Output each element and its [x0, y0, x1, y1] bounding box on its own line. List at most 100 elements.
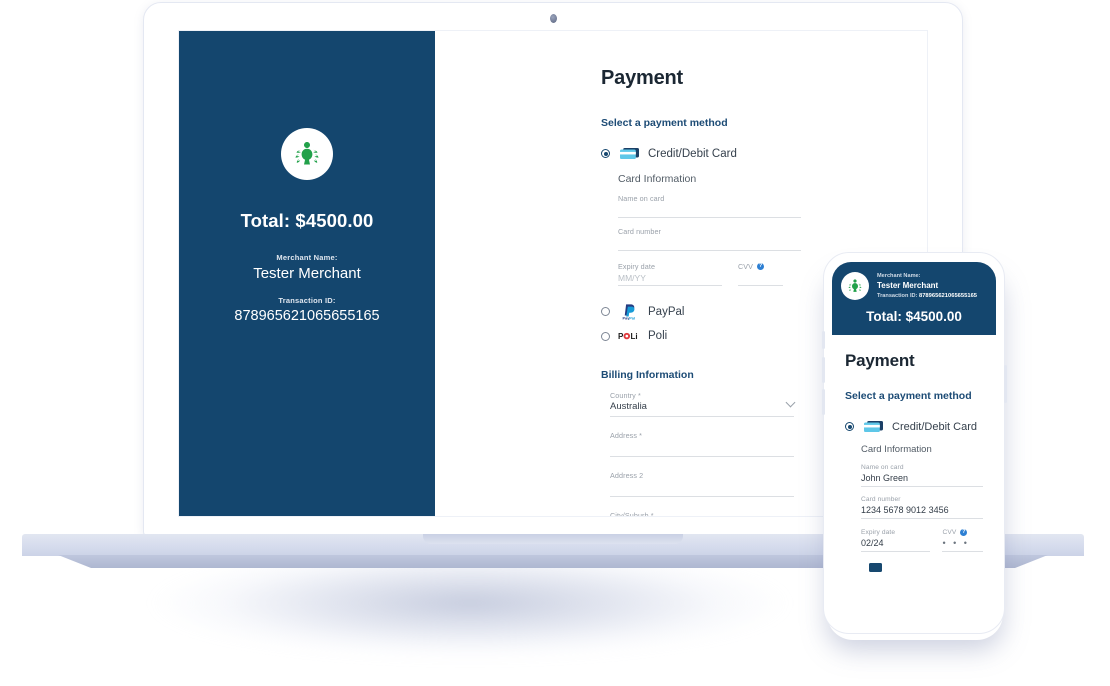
- phone-volume-down-button[interactable]: [821, 389, 825, 415]
- mobile-card-number-label: Card number: [861, 496, 901, 503]
- merchant-name-label: Merchant Name:: [276, 253, 338, 262]
- cvv-value: [738, 271, 783, 282]
- merchant-name-value: Tester Merchant: [253, 265, 361, 282]
- card-information-heading: Card Information: [618, 173, 697, 185]
- phone-mockup: Merchant Name: Tester Merchant Transacti…: [821, 252, 1007, 634]
- card-number-label: Card number: [618, 227, 662, 236]
- payment-method-paypal-label: PayPal: [648, 305, 685, 318]
- radio-paypal[interactable]: [601, 307, 610, 316]
- poli-icon: P Li: [618, 331, 640, 341]
- mobile-card-information-heading: Card Information: [861, 444, 932, 455]
- field-underline: [610, 496, 794, 497]
- mobile-payment-method-card[interactable]: Credit/Debit Card: [845, 420, 983, 433]
- billing-country-value: Australia: [610, 401, 647, 412]
- radio-poli[interactable]: [601, 331, 610, 341]
- webcam-icon: [549, 14, 557, 23]
- cvv-help-icon[interactable]: ?: [757, 263, 765, 270]
- mobile-cvv-value: • • •: [942, 538, 970, 548]
- billing-address2-field[interactable]: Address 2: [610, 471, 794, 497]
- billing-address-label: Address *: [610, 431, 643, 440]
- mobile-merchant-name-label: Merchant Name:: [877, 273, 921, 280]
- billing-address2-label: Address 2: [610, 471, 644, 480]
- radio-card[interactable]: [601, 149, 610, 158]
- field-underline: [618, 217, 801, 218]
- name-on-card-value: [618, 203, 801, 214]
- mobile-radio-card[interactable]: [845, 422, 854, 431]
- field-underline: [861, 518, 983, 519]
- mobile-card-number-value: 1234 5678 9012 3456: [861, 505, 949, 515]
- mobile-cvv-field[interactable]: CVV ? • • •: [942, 529, 983, 552]
- mobile-card-number-field[interactable]: Card number 1234 5678 9012 3456: [861, 496, 983, 519]
- field-underline: [618, 285, 722, 286]
- mobile-payment-method-card-label: Credit/Debit Card: [892, 420, 977, 433]
- payment-method-poli[interactable]: P Li Poli: [601, 330, 801, 342]
- mobile-checkout-form: Payment Select a payment method Credit/D…: [832, 335, 996, 572]
- billing-city-field[interactable]: City/Suburb *: [610, 511, 794, 517]
- billing-country-field[interactable]: Country * Australia: [610, 391, 796, 417]
- mobile-name-on-card-field[interactable]: Name on card John Green: [861, 464, 983, 487]
- mobile-next-payment-method-icon[interactable]: [869, 563, 882, 572]
- mobile-order-total: Total: $4500.00: [866, 309, 962, 324]
- mobile-transaction-id-value: 878965621065655165: [918, 292, 978, 299]
- name-on-card-label: Name on card: [618, 194, 665, 203]
- phone-volume-up-button[interactable]: [821, 357, 825, 383]
- svg-text:Pal: Pal: [629, 316, 635, 320]
- billing-city-label: City/Suburb *: [610, 511, 654, 517]
- billing-address2-value: [610, 480, 794, 493]
- mobile-cvv-label: CVV: [942, 529, 957, 536]
- ground-shadow: [70, 540, 870, 680]
- billing-information-heading: Billing Information: [601, 369, 694, 381]
- payment-method-card[interactable]: Credit/Debit Card: [601, 147, 801, 160]
- field-underline: [738, 285, 783, 286]
- laptop-screen: Total: $4500.00 Merchant Name: Tester Me…: [178, 30, 928, 517]
- billing-address-value: [610, 440, 794, 453]
- phone-silent-button[interactable]: [821, 331, 825, 349]
- mobile-merchant-name-value: Tester Merchant: [877, 280, 939, 290]
- page-title: Payment: [601, 67, 683, 89]
- svg-text:Li: Li: [630, 332, 637, 341]
- credit-card-icon: [618, 147, 640, 160]
- card-number-value: [618, 236, 801, 247]
- payment-method-paypal[interactable]: Pay Pal PayPal: [601, 303, 801, 320]
- expiry-date-field[interactable]: Expiry date MM/YY: [618, 262, 722, 286]
- phone-screen: Merchant Name: Tester Merchant Transacti…: [832, 262, 996, 624]
- mobile-name-on-card-value: John Green: [861, 473, 909, 483]
- expiry-date-label: Expiry date: [618, 262, 656, 271]
- transaction-id-label: Transaction ID:: [278, 296, 336, 305]
- mobile-transaction-id: Transaction ID: 878965621065655165: [877, 293, 977, 299]
- mobile-cvv-help-icon[interactable]: ?: [960, 529, 968, 536]
- select-payment-method-heading: Select a payment method: [601, 117, 728, 129]
- card-number-field[interactable]: Card number: [618, 227, 801, 251]
- mobile-expiry-date-label: Expiry date: [861, 529, 896, 536]
- order-summary-panel: Total: $4500.00 Merchant Name: Tester Me…: [179, 31, 435, 516]
- order-total: Total: $4500.00: [240, 210, 374, 231]
- payment-method-card-label: Credit/Debit Card: [648, 147, 737, 160]
- field-underline: [618, 250, 801, 251]
- phone-body: Merchant Name: Tester Merchant Transacti…: [821, 252, 1007, 634]
- field-underline: [610, 416, 794, 417]
- mobile-merchant-logo-icon: [841, 272, 869, 300]
- mobile-expiry-date-value: 02/24: [861, 538, 884, 548]
- mobile-credit-card-icon: [862, 420, 884, 433]
- mobile-order-summary-header: Merchant Name: Tester Merchant Transacti…: [832, 262, 996, 335]
- field-underline: [942, 551, 983, 552]
- billing-country-label: Country *: [610, 391, 641, 400]
- mobile-expiry-date-field[interactable]: Expiry date 02/24: [861, 529, 931, 552]
- mobile-transaction-id-label: Transaction ID:: [877, 292, 918, 299]
- expiry-date-placeholder: MM/YY: [618, 273, 646, 283]
- field-underline: [861, 486, 983, 487]
- field-underline: [610, 456, 794, 457]
- merchant-logo-icon: [281, 128, 333, 180]
- phone-power-button[interactable]: [1003, 365, 1007, 403]
- cvv-label: CVV: [738, 262, 754, 271]
- paypal-icon: Pay Pal: [618, 303, 640, 320]
- mobile-name-on-card-label: Name on card: [861, 464, 904, 471]
- mobile-page-title: Payment: [845, 351, 915, 370]
- transaction-id-value: 878965621065655165: [234, 308, 380, 324]
- cvv-field[interactable]: CVV ?: [738, 262, 783, 286]
- mobile-select-payment-method-heading: Select a payment method: [845, 390, 972, 402]
- billing-address-field[interactable]: Address *: [610, 431, 794, 457]
- name-on-card-field[interactable]: Name on card: [618, 194, 801, 218]
- payment-method-poli-label: Poli: [648, 330, 668, 342]
- field-underline: [861, 551, 931, 552]
